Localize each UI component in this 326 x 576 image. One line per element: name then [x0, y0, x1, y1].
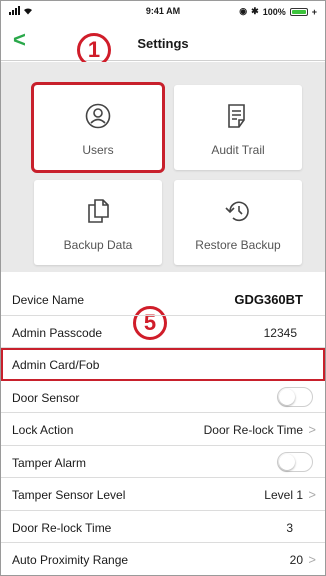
device-name-value: GDG360BT — [234, 292, 303, 307]
lock-action-value: Door Re-lock Time — [203, 423, 303, 437]
door-relock-time-row[interactable]: Door Re-lock Time 3 — [1, 511, 325, 543]
lock-action-row[interactable]: Lock Action Door Re-lock Time > — [1, 413, 325, 446]
setting-label: Tamper Alarm — [12, 455, 87, 470]
chevron-right-icon: > — [308, 487, 316, 502]
tamper-sensor-level-value: Level 1 — [264, 488, 303, 502]
status-bar: 9:41 AM ◉ ✱ 100% + — [1, 1, 325, 21]
page-title: Settings — [137, 36, 189, 51]
admin-passcode-row[interactable]: Admin Passcode 12345 — [1, 316, 325, 348]
users-tile-label: Users — [82, 143, 114, 157]
setting-label: Admin Card/Fob — [12, 358, 100, 372]
chevron-right-icon: > — [308, 422, 316, 437]
location-icon: ◉ — [239, 6, 248, 16]
app-frame: 9:41 AM ◉ ✱ 100% + < Settings 1 Users Au… — [0, 0, 326, 576]
auto-proximity-range-row[interactable]: Auto Proximity Range 20 > — [1, 543, 325, 575]
user-icon — [85, 103, 111, 129]
setting-label: Auto Proximity Range — [12, 553, 129, 567]
copy-icon — [88, 199, 109, 223]
settings-list: Device Name GDG360BT Admin Passcode 1234… — [1, 283, 325, 575]
notes-icon — [228, 104, 245, 128]
tiles-grid: Users Audit Trail Backup Data Restore Ba… — [1, 62, 325, 272]
door-sensor-row: Door Sensor — [1, 381, 325, 413]
setting-label: Admin Passcode — [12, 325, 103, 340]
tamper-alarm-toggle[interactable] — [277, 451, 313, 472]
history-icon — [225, 201, 249, 222]
tamper-alarm-row: Tamper Alarm — [1, 446, 325, 478]
setting-label: Tamper Sensor Level — [12, 488, 126, 502]
backup-data-tile-label: Backup Data — [63, 238, 133, 252]
admin-card-fob-row[interactable]: Admin Card/Fob — [1, 348, 325, 381]
tamper-sensor-level-row[interactable]: Tamper Sensor Level Level 1 > — [1, 478, 325, 511]
setting-label: Lock Action — [12, 423, 74, 437]
device-name-row[interactable]: Device Name GDG360BT — [1, 283, 325, 316]
battery-percent: 100% — [262, 6, 286, 17]
restore-backup-tile[interactable]: Restore Backup — [174, 180, 302, 265]
backup-data-tile[interactable]: Backup Data — [34, 180, 162, 265]
door-sensor-toggle[interactable] — [277, 386, 313, 407]
chevron-right-icon: > — [308, 552, 316, 567]
setting-label: Door Re-lock Time — [12, 520, 112, 535]
setting-label: Door Sensor — [12, 390, 80, 405]
admin-passcode-value: 12345 — [263, 325, 297, 340]
audit-trail-tile-label: Audit Trail — [211, 143, 265, 157]
status-right: ◉ ✱ 100% + — [239, 6, 317, 17]
restore-backup-tile-label: Restore Backup — [195, 238, 281, 252]
audit-trail-tile[interactable]: Audit Trail — [174, 85, 302, 170]
users-tile[interactable]: Users — [31, 82, 165, 173]
door-relock-time-value: 3 — [286, 520, 293, 535]
setting-label: Device Name — [12, 293, 85, 307]
nav-bar: < Settings — [1, 23, 325, 61]
bluetooth-icon: ✱ — [251, 6, 259, 16]
charging-icon: + — [311, 6, 317, 17]
auto-proximity-range-value: 20 — [289, 553, 303, 567]
battery-icon — [289, 7, 308, 16]
